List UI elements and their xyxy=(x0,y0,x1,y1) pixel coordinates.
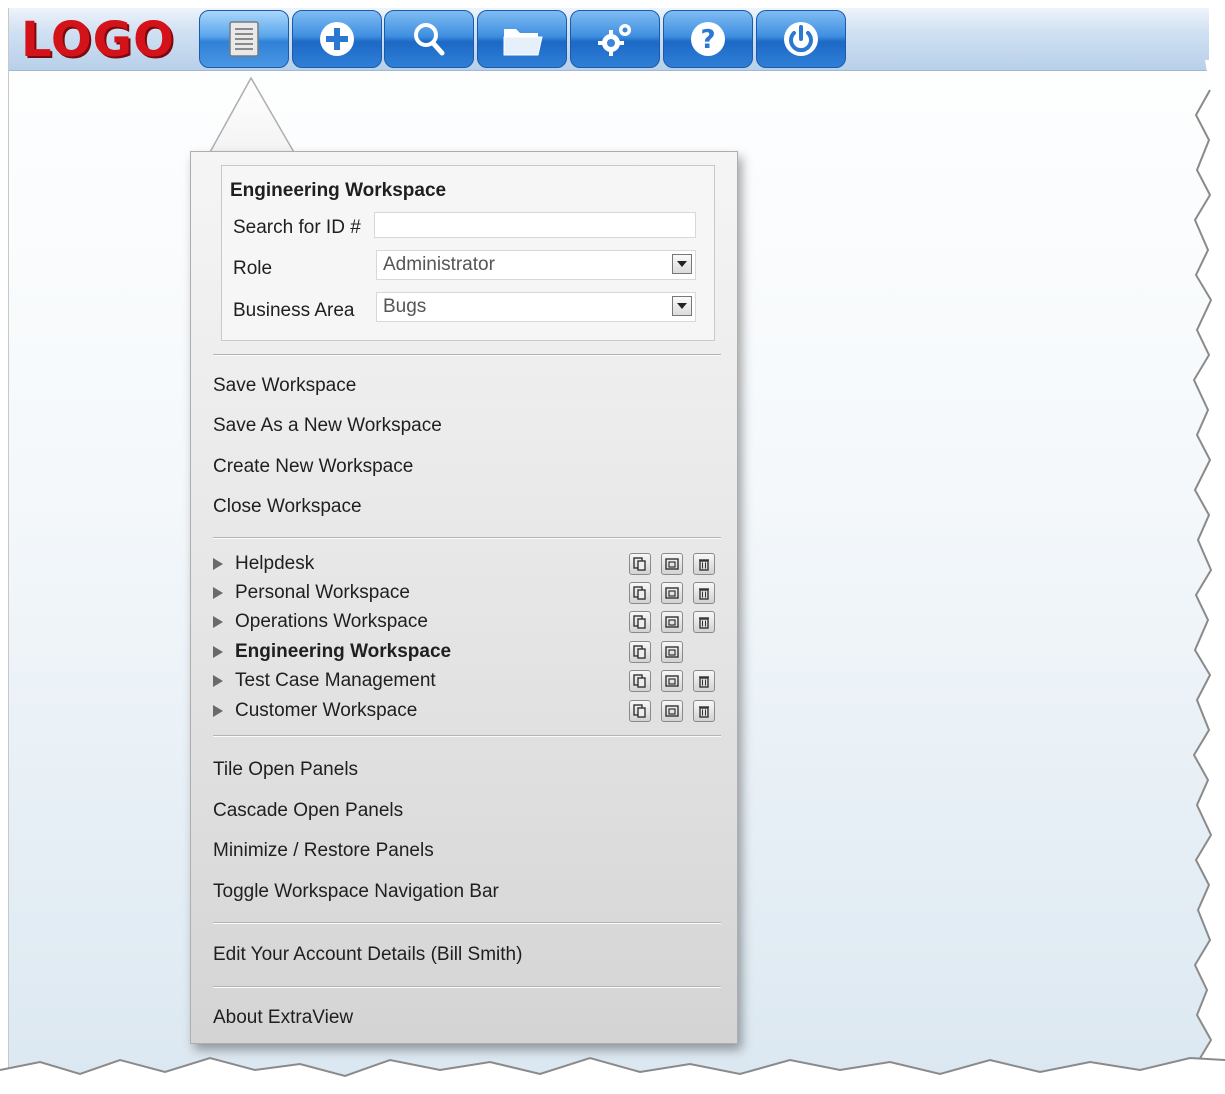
divider xyxy=(213,922,721,924)
settings-gears-icon xyxy=(598,24,631,56)
search-id-input[interactable] xyxy=(374,212,696,238)
workspace-menu-button[interactable] xyxy=(199,10,289,68)
logout-button[interactable] xyxy=(756,10,846,68)
workspace-list-item[interactable]: Personal Workspace xyxy=(213,582,723,608)
create-new-workspace-item[interactable]: Create New Workspace xyxy=(213,456,413,478)
open-window-icon[interactable] xyxy=(661,582,683,604)
cascade-open-panels-item[interactable]: Cascade Open Panels xyxy=(213,800,403,822)
business-area-select-value: Bugs xyxy=(383,296,427,317)
tile-open-panels-item[interactable]: Tile Open Panels xyxy=(213,759,358,781)
workspace-item-label[interactable]: Test Case Management xyxy=(235,670,436,692)
workspace-list-item[interactable]: Test Case Management xyxy=(213,670,723,696)
delete-workspace-icon[interactable] xyxy=(693,670,715,692)
role-select-value: Administrator xyxy=(383,254,495,275)
workspace-item-label[interactable]: Helpdesk xyxy=(235,553,314,575)
workspace-item-label[interactable]: Operations Workspace xyxy=(235,611,428,633)
role-label: Role xyxy=(233,258,273,279)
divider xyxy=(213,537,721,539)
chevron-down-icon[interactable] xyxy=(672,254,692,274)
delete-workspace-icon[interactable] xyxy=(693,700,715,722)
close-workspace-item[interactable]: Close Workspace xyxy=(213,496,362,518)
edit-account-details-item[interactable]: Edit Your Account Details (Bill Smith) xyxy=(213,944,522,966)
folder-icon xyxy=(503,29,543,56)
workspace-list-item[interactable]: Engineering Workspace xyxy=(213,641,723,667)
workspace-settings-panel: Engineering Workspace Search for ID # Ro… xyxy=(221,165,715,341)
expand-arrow-icon[interactable] xyxy=(213,646,223,658)
expand-arrow-icon[interactable] xyxy=(213,705,223,717)
workspace-list-item[interactable]: Operations Workspace xyxy=(213,611,723,637)
delete-workspace-icon[interactable] xyxy=(693,582,715,604)
settings-button[interactable] xyxy=(570,10,660,68)
delete-workspace-icon[interactable] xyxy=(693,553,715,575)
power-icon xyxy=(784,22,818,56)
expand-arrow-icon[interactable] xyxy=(213,558,223,570)
search-icon xyxy=(414,23,445,56)
save-as-new-workspace-item[interactable]: Save As a New Workspace xyxy=(213,415,442,437)
logo: LOGO xyxy=(21,12,175,68)
divider xyxy=(213,354,721,356)
workspace-item-label[interactable]: Customer Workspace xyxy=(235,700,417,722)
divider xyxy=(213,986,721,988)
open-window-icon[interactable] xyxy=(661,670,683,692)
help-button[interactable]: ? xyxy=(663,10,753,68)
page-background: LOGO ? Engineering Workspace Search for … xyxy=(8,8,1209,1078)
business-area-select[interactable]: Bugs xyxy=(376,292,696,322)
divider xyxy=(213,735,721,737)
workspace-dropdown-menu: Engineering Workspace Search for ID # Ro… xyxy=(190,151,738,1044)
copy-workspace-icon[interactable] xyxy=(629,641,651,663)
business-area-label: Business Area xyxy=(233,300,355,321)
open-window-icon[interactable] xyxy=(661,553,683,575)
help-icon: ? xyxy=(691,22,725,56)
copy-workspace-icon[interactable] xyxy=(629,553,651,575)
workspace-list-item[interactable]: Helpdesk xyxy=(213,553,723,579)
chevron-down-icon[interactable] xyxy=(672,296,692,316)
top-toolbar: LOGO ? xyxy=(9,8,1209,71)
expand-arrow-icon[interactable] xyxy=(213,616,223,628)
copy-workspace-icon[interactable] xyxy=(629,611,651,633)
torn-edge-right xyxy=(1192,60,1225,1094)
workspace-list-icon xyxy=(229,21,259,57)
copy-workspace-icon[interactable] xyxy=(629,700,651,722)
workspace-panel-title: Engineering Workspace xyxy=(230,180,447,201)
toggle-navigation-bar-item[interactable]: Toggle Workspace Navigation Bar xyxy=(213,881,499,903)
about-extraview-item[interactable]: About ExtraView xyxy=(213,1007,353,1029)
add-button[interactable] xyxy=(292,10,382,68)
add-icon xyxy=(320,22,354,56)
workspace-item-label[interactable]: Engineering Workspace xyxy=(235,641,451,663)
role-select[interactable]: Administrator xyxy=(376,250,696,280)
open-window-icon[interactable] xyxy=(661,641,683,663)
expand-arrow-icon[interactable] xyxy=(213,587,223,599)
open-folder-button[interactable] xyxy=(477,10,567,68)
open-window-icon[interactable] xyxy=(661,700,683,722)
delete-workspace-icon[interactable] xyxy=(693,611,715,633)
copy-workspace-icon[interactable] xyxy=(629,582,651,604)
minimize-restore-panels-item[interactable]: Minimize / Restore Panels xyxy=(213,840,434,862)
svg-text:?: ? xyxy=(700,25,715,55)
workspace-list-item[interactable]: Customer Workspace xyxy=(213,700,723,726)
search-id-label: Search for ID # xyxy=(233,217,361,238)
copy-workspace-icon[interactable] xyxy=(629,670,651,692)
expand-arrow-icon[interactable] xyxy=(213,675,223,687)
torn-edge-bottom xyxy=(0,1056,1225,1094)
open-window-icon[interactable] xyxy=(661,611,683,633)
menu-pointer xyxy=(207,76,297,155)
save-workspace-item[interactable]: Save Workspace xyxy=(213,375,356,397)
workspace-item-label[interactable]: Personal Workspace xyxy=(235,582,410,604)
search-button[interactable] xyxy=(384,10,474,68)
